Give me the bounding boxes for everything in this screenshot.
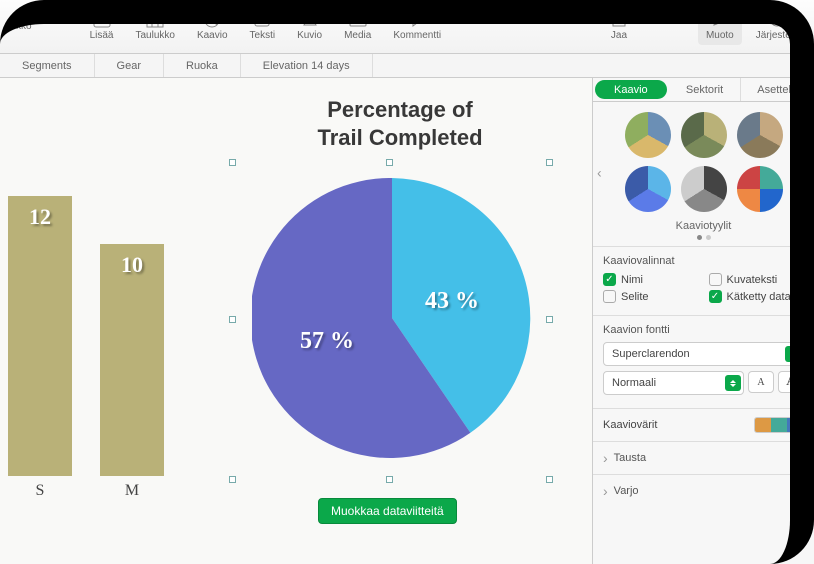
toolbar-btn-media[interactable]: Media [336,8,379,45]
font-style-select[interactable]: Normaali [603,371,744,395]
checkbox-hidden-data[interactable]: ✓Kätketty data [709,290,805,303]
tab-elevation[interactable]: Elevation 14 days [241,54,373,77]
toolbar-btn-insert[interactable]: Lisää [82,8,122,45]
sheet-tabs: Segments Gear Ruoka Elevation 14 days [0,54,814,78]
chart-font: Kaavion fontti Superclarendon Normaali A… [593,315,814,408]
pie-chart[interactable] [252,178,532,458]
pie-chart-title: Percentage ofTrail Completed [235,96,565,151]
tab-gear[interactable]: Gear [95,54,164,77]
inspector-tab-layout[interactable]: Asettele [741,78,814,101]
inspector-tab-sectors[interactable]: Sektorit [669,78,742,101]
toolbar-btn-kko[interactable]: kko [8,17,40,36]
style-swatch-1[interactable] [625,112,671,158]
styles-prev[interactable]: ‹ [597,164,602,180]
style-swatch-4[interactable] [625,166,671,212]
toolbar-btn-chart[interactable]: Kaavio [189,8,236,45]
pie-label-43: 43 % [425,288,479,315]
style-swatch-3[interactable] [737,112,783,158]
bar-cat-s: S [8,482,72,500]
text-icon: T [253,12,271,28]
svg-text:T: T [260,16,266,26]
tab-ruoka[interactable]: Ruoka [164,54,241,77]
checkbox-caption[interactable]: Kuvateksti [709,273,805,286]
shape-icon [301,12,319,28]
bar-m: 10 [100,244,164,476]
style-swatch-2[interactable] [681,112,727,158]
checkbox-legend[interactable]: Selite [603,290,699,303]
font-family-select[interactable]: Superclarendon [603,342,804,366]
plus-icon [93,12,111,28]
canvas[interactable]: 12 10 S M Percentage ofTrail Completed 5… [0,78,592,564]
inspector: Kaavio Sektorit Asettele ‹ › Kaaviotyyli… [592,78,814,564]
chart-options: Kaaviovalinnat ✓Nimi Kuvateksti Selite ✓… [593,246,814,315]
toolbar-btn-text[interactable]: T Teksti [242,8,284,45]
inspector-tab-chart[interactable]: Kaavio [595,80,667,99]
toolbar-btn-table[interactable]: Taulukko [127,8,182,45]
table-icon [146,12,164,28]
edit-data-references-button[interactable]: Muokkaa dataviitteitä [318,498,457,524]
bar-s: 12 [8,196,72,476]
toolbar-btn-comment[interactable]: Kommentti [385,8,449,45]
font-larger-button[interactable]: A [778,371,804,393]
style-swatch-6[interactable] [737,166,783,212]
arrange-icon [768,12,786,28]
styles-next[interactable]: › [805,164,810,180]
toolbar-btn-share[interactable]: Jaa [602,8,636,45]
pie-icon [203,12,221,28]
media-icon [349,12,367,28]
chart-colors: Kaaviovärit [593,408,814,441]
disclosure-shadow[interactable]: Varjo [593,474,814,507]
disclosure-background[interactable]: Tausta [593,441,814,474]
checkbox-name[interactable]: ✓Nimi [603,273,699,286]
brush-icon [711,12,729,28]
tab-segments[interactable]: Segments [0,54,95,77]
comment-icon [408,12,426,28]
styles-label: Kaaviotyylit [601,220,806,232]
chart-styles: ‹ › Kaaviotyylit [593,102,814,246]
bar-cat-m: M [100,482,164,500]
toolbar-btn-shape[interactable]: Kuvio [289,8,330,45]
toolbar: kko Lisää Taulukko Kaavio T Teksti Kuvio… [0,0,814,54]
toolbar-btn-arrange[interactable]: Järjestely [748,8,806,45]
font-smaller-button[interactable]: A [748,371,774,393]
color-swatches[interactable] [754,417,804,433]
pie-label-57: 57 % [300,328,354,355]
toolbar-btn-format[interactable]: Muoto [698,8,742,45]
share-icon [610,12,628,28]
style-swatch-5[interactable] [681,166,727,212]
bar-chart[interactable]: 12 10 S M [0,126,190,506]
